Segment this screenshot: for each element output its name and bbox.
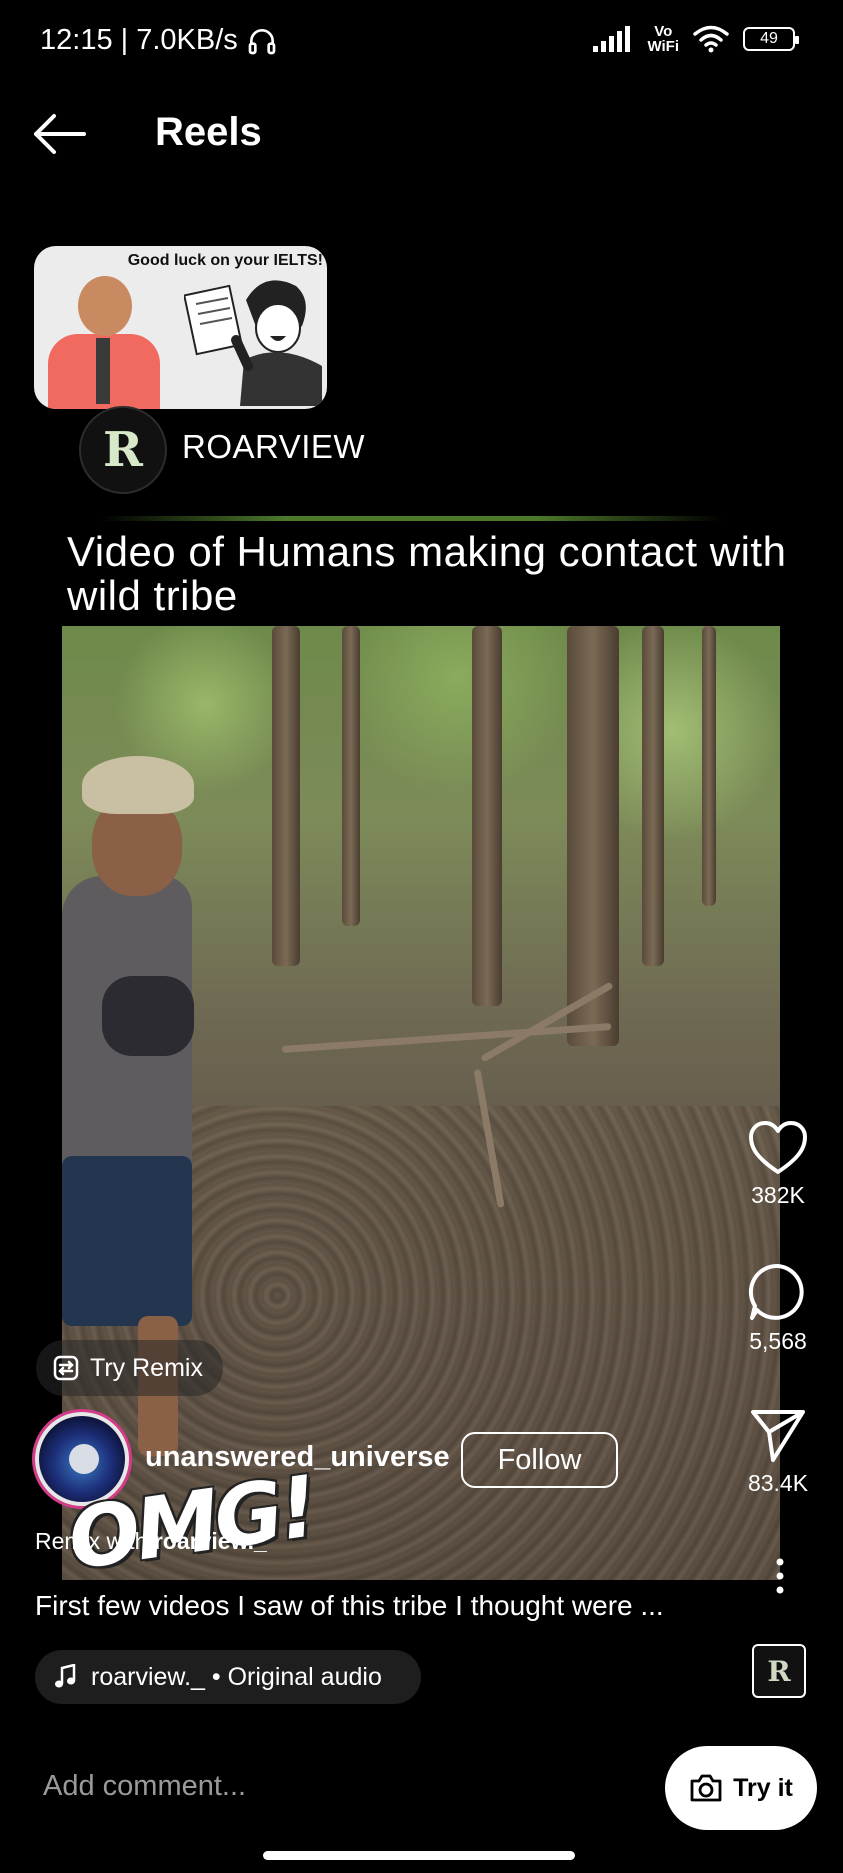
audio-thumbnail[interactable]: R xyxy=(752,1644,806,1698)
video-player[interactable] xyxy=(62,626,780,1580)
channel-logo-letter: R xyxy=(103,422,143,478)
comment-bubble-icon[interactable] xyxy=(747,1262,809,1322)
remix-attribution[interactable]: Remix with roarview._ xyxy=(35,1528,267,1555)
reels-screen: 12:15 | 7.0KB/s Vo WiFi 49 Reels Good lu… xyxy=(0,0,843,1873)
audio-thumbnail-letter: R xyxy=(767,1654,791,1688)
tree-trunk xyxy=(702,626,716,906)
mini-player-tie xyxy=(96,338,110,404)
signal-icon xyxy=(593,26,631,52)
tree-trunk xyxy=(272,626,300,966)
remix-with-user[interactable]: roarview._ xyxy=(154,1528,267,1554)
man-bag xyxy=(102,976,194,1056)
mini-player-man-head xyxy=(78,276,132,336)
manga-character-illustration xyxy=(184,280,322,406)
back-arrow-icon[interactable] xyxy=(30,112,90,156)
follow-button[interactable]: Follow xyxy=(461,1432,618,1488)
video-title: Video of Humans making contact with wild… xyxy=(67,528,787,619)
audio-label: roarview._ • Original audio xyxy=(91,1662,382,1691)
vowifi-label-top: Vo xyxy=(654,23,673,40)
vowifi-indicator: Vo WiFi xyxy=(647,24,679,54)
status-left: 12:15 | 7.0KB/s xyxy=(40,24,278,57)
status-right: Vo WiFi 49 xyxy=(593,24,799,54)
vowifi-label-bottom: WiFi xyxy=(647,38,679,55)
send-icon[interactable] xyxy=(749,1408,807,1464)
tree-trunk xyxy=(642,626,664,966)
wifi-icon xyxy=(693,25,729,53)
channel-logo[interactable]: R xyxy=(79,406,167,494)
try-remix-button[interactable]: Try Remix xyxy=(36,1340,223,1396)
share-count: 83.4K xyxy=(747,1470,809,1496)
like-action[interactable]: 382K xyxy=(738,1120,818,1209)
status-bar: 12:15 | 7.0KB/s Vo WiFi 49 xyxy=(0,0,843,90)
divider-line xyxy=(100,516,722,521)
tree-trunk xyxy=(342,626,360,926)
status-time: 12:15 | 7.0KB/s xyxy=(40,24,238,56)
heart-icon[interactable] xyxy=(747,1120,809,1176)
page-title: Reels xyxy=(155,110,262,154)
header: Reels xyxy=(0,100,843,170)
camera-icon xyxy=(690,1774,722,1802)
music-note-icon xyxy=(55,1664,76,1688)
headphones-icon xyxy=(248,28,276,54)
fallen-branch xyxy=(281,1022,612,1053)
man-shorts xyxy=(62,1156,192,1326)
share-action[interactable]: 83.4K xyxy=(738,1408,818,1497)
mini-player[interactable]: Good luck on your IELTS! xyxy=(34,246,327,409)
try-it-label: Try it xyxy=(733,1773,793,1802)
remix-icon xyxy=(53,1355,79,1381)
try-it-button[interactable]: Try it xyxy=(665,1746,817,1830)
mini-player-caption: Good luck on your IELTS! xyxy=(127,252,323,269)
man-hat xyxy=(82,756,194,814)
battery-level: 49 xyxy=(760,30,778,47)
channel-name[interactable]: ROARVIEW xyxy=(182,428,365,466)
tree-trunk xyxy=(472,626,502,1006)
comment-action[interactable]: 5,568 xyxy=(738,1262,818,1355)
comment-count: 5,568 xyxy=(749,1328,807,1354)
like-count: 382K xyxy=(751,1182,805,1208)
audio-pill[interactable]: roarview._ • Original audio xyxy=(35,1650,421,1704)
home-indicator[interactable] xyxy=(263,1851,575,1860)
try-remix-label: Try Remix xyxy=(90,1353,203,1382)
post-caption[interactable]: First few videos I saw of this tribe I t… xyxy=(35,1590,815,1622)
battery-indicator: 49 xyxy=(743,27,799,51)
add-comment-input[interactable]: Add comment... xyxy=(43,1770,246,1803)
remix-with-prefix: Remix with xyxy=(35,1528,154,1554)
